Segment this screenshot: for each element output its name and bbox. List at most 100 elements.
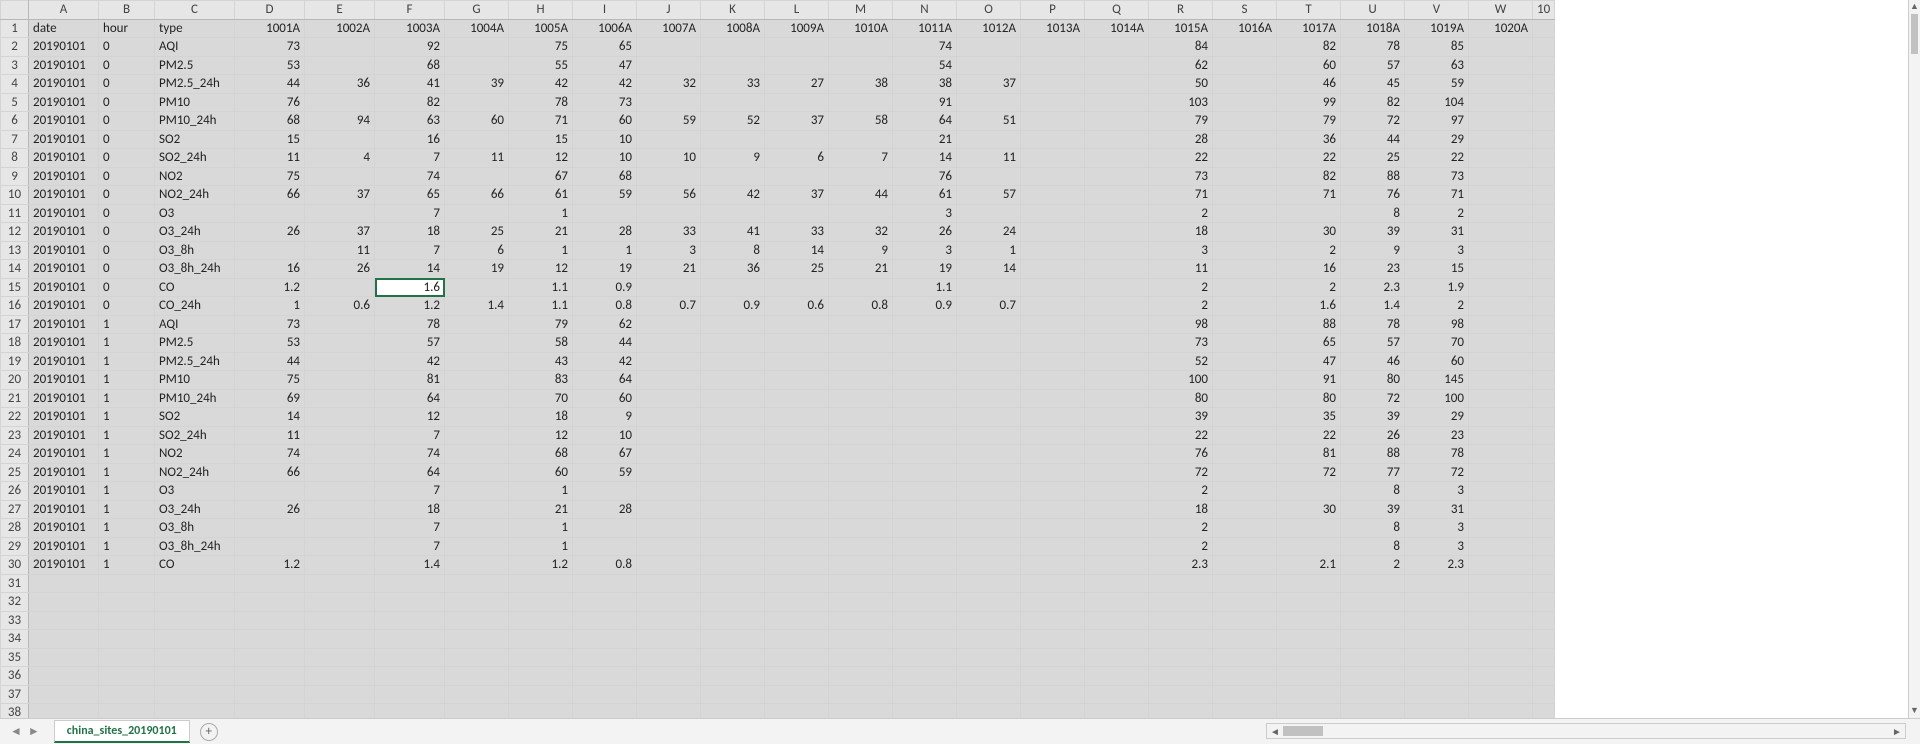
- cell[interactable]: [893, 426, 957, 445]
- cell[interactable]: 37: [765, 112, 829, 131]
- cell[interactable]: 98: [1405, 315, 1469, 334]
- cell[interactable]: [1213, 93, 1277, 112]
- cell[interactable]: 53: [235, 56, 305, 75]
- cell[interactable]: [375, 630, 445, 649]
- cell[interactable]: [1277, 685, 1341, 704]
- cell[interactable]: CO: [155, 278, 235, 297]
- cell[interactable]: [1021, 371, 1085, 390]
- cell[interactable]: 0: [99, 130, 155, 149]
- cell[interactable]: 1: [99, 315, 155, 334]
- cell[interactable]: [1021, 537, 1085, 556]
- cell[interactable]: 2.3: [1341, 278, 1405, 297]
- cell[interactable]: [957, 371, 1021, 390]
- column-header[interactable]: F: [375, 1, 445, 20]
- cell[interactable]: [957, 56, 1021, 75]
- cell[interactable]: 25: [445, 223, 509, 242]
- cell[interactable]: [1533, 500, 1555, 519]
- cell[interactable]: [765, 500, 829, 519]
- cell[interactable]: 21: [637, 260, 701, 279]
- cell[interactable]: [1469, 297, 1533, 316]
- cell[interactable]: [573, 537, 637, 556]
- row-header[interactable]: 3: [1, 56, 29, 75]
- cell[interactable]: [1213, 204, 1277, 223]
- cell[interactable]: 0: [99, 93, 155, 112]
- cell[interactable]: [829, 463, 893, 482]
- cell[interactable]: [1469, 149, 1533, 168]
- cell[interactable]: [305, 574, 375, 593]
- cell[interactable]: [637, 426, 701, 445]
- header-cell[interactable]: type: [155, 19, 235, 38]
- cell[interactable]: 20190101: [29, 260, 99, 279]
- cell[interactable]: [1085, 685, 1149, 704]
- cell[interactable]: 4: [305, 149, 375, 168]
- cell[interactable]: 39: [1341, 408, 1405, 427]
- cell[interactable]: 19: [573, 260, 637, 279]
- cell[interactable]: [1213, 334, 1277, 353]
- cell[interactable]: [445, 556, 509, 575]
- cell[interactable]: 61: [509, 186, 573, 205]
- cell[interactable]: [1533, 334, 1555, 353]
- cell[interactable]: [957, 426, 1021, 445]
- cell[interactable]: 64: [893, 112, 957, 131]
- cell[interactable]: [1533, 352, 1555, 371]
- cell[interactable]: NO2_24h: [155, 186, 235, 205]
- cell[interactable]: CO: [155, 556, 235, 575]
- cell[interactable]: [765, 537, 829, 556]
- cell[interactable]: 73: [1405, 167, 1469, 186]
- cell[interactable]: [1533, 426, 1555, 445]
- cell[interactable]: [1469, 371, 1533, 390]
- cell[interactable]: 42: [509, 75, 573, 94]
- cell[interactable]: 20190101: [29, 537, 99, 556]
- cell[interactable]: [1533, 93, 1555, 112]
- cell[interactable]: [1213, 130, 1277, 149]
- cell[interactable]: [1405, 630, 1469, 649]
- row-header[interactable]: 35: [1, 648, 29, 667]
- cell[interactable]: [305, 389, 375, 408]
- cell[interactable]: 22: [1405, 149, 1469, 168]
- cell[interactable]: 30: [1277, 223, 1341, 242]
- cell[interactable]: 71: [509, 112, 573, 131]
- cell[interactable]: 8: [1341, 519, 1405, 538]
- cell[interactable]: 20190101: [29, 56, 99, 75]
- cell[interactable]: [573, 630, 637, 649]
- cell[interactable]: 3: [1405, 537, 1469, 556]
- cell[interactable]: 44: [235, 352, 305, 371]
- cell[interactable]: SO2_24h: [155, 149, 235, 168]
- cell[interactable]: [637, 56, 701, 75]
- cell[interactable]: [1021, 500, 1085, 519]
- cell[interactable]: 64: [375, 463, 445, 482]
- cell[interactable]: 27: [765, 75, 829, 94]
- cell[interactable]: 0: [99, 278, 155, 297]
- header-cell[interactable]: 1011A: [893, 19, 957, 38]
- cell[interactable]: 82: [1277, 167, 1341, 186]
- cell[interactable]: 21: [829, 260, 893, 279]
- hscroll-track[interactable]: [1283, 724, 1889, 738]
- cell[interactable]: 76: [893, 167, 957, 186]
- cell[interactable]: [637, 93, 701, 112]
- cell[interactable]: [637, 704, 701, 719]
- header-cell[interactable]: 1007A: [637, 19, 701, 38]
- cell[interactable]: 23: [1405, 426, 1469, 445]
- cell[interactable]: [1533, 482, 1555, 501]
- cell[interactable]: 1: [99, 426, 155, 445]
- cell[interactable]: [235, 574, 305, 593]
- cell[interactable]: 1: [99, 371, 155, 390]
- row-header[interactable]: 9: [1, 167, 29, 186]
- cell[interactable]: [1533, 315, 1555, 334]
- cell[interactable]: 9: [829, 241, 893, 260]
- cell[interactable]: [1469, 426, 1533, 445]
- cell[interactable]: 18: [375, 223, 445, 242]
- cell[interactable]: [509, 593, 573, 612]
- cell[interactable]: [305, 408, 375, 427]
- cell[interactable]: [1021, 667, 1085, 686]
- cell[interactable]: 29: [1405, 130, 1469, 149]
- cell[interactable]: [99, 574, 155, 593]
- cell[interactable]: [99, 667, 155, 686]
- cell[interactable]: [701, 537, 765, 556]
- cell[interactable]: [637, 500, 701, 519]
- cell[interactable]: [1213, 297, 1277, 316]
- cell[interactable]: [1533, 667, 1555, 686]
- cell[interactable]: 38: [893, 75, 957, 94]
- cell[interactable]: [1469, 537, 1533, 556]
- cell[interactable]: 41: [701, 223, 765, 242]
